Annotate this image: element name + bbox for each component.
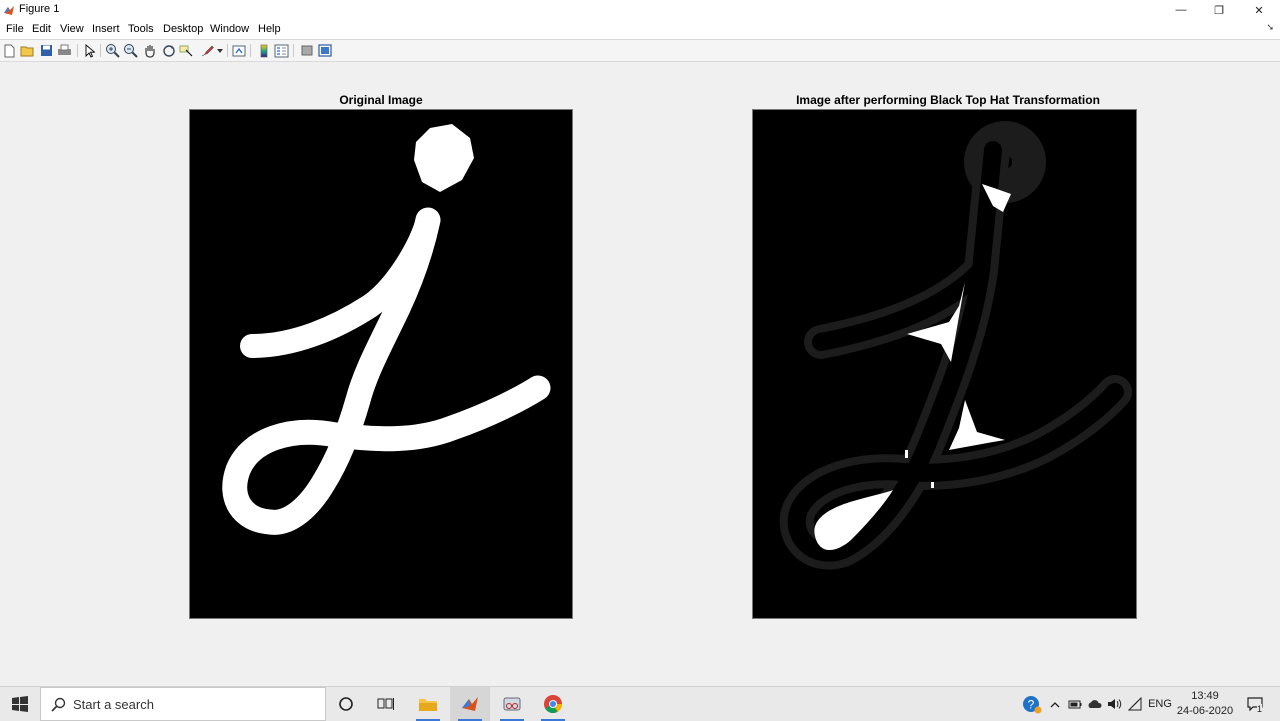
chrome-icon[interactable] (533, 687, 573, 721)
original-image-figure (222, 124, 551, 535)
onedrive-icon[interactable] (1086, 687, 1104, 721)
clock-date: 24-06-2020 (1176, 705, 1234, 717)
clock[interactable]: 13:49 24-06-2020 (1172, 689, 1238, 719)
close-icon: ✕ (1254, 4, 1264, 17)
figure-toolbar (0, 40, 1280, 62)
menu-window[interactable]: Window (210, 23, 249, 35)
hide-plot-tools-icon[interactable] (298, 42, 315, 59)
pan-hand-icon[interactable] (141, 42, 158, 59)
menu-view[interactable]: View (60, 23, 84, 35)
search-placeholder: Start a search (73, 697, 154, 712)
svg-text:?: ? (1028, 698, 1035, 712)
notifications-button[interactable]: 1 (1240, 687, 1270, 721)
menu-tools[interactable]: Tools (128, 23, 154, 35)
minimize-icon: — (1175, 4, 1187, 16)
legend-icon[interactable] (273, 42, 290, 59)
restore-button[interactable]: ❐ (1200, 0, 1238, 20)
subplot-title-tophat: Image after performing Black Top Hat Tra… (796, 93, 1100, 107)
clock-time: 13:49 (1191, 690, 1219, 702)
task-view-icon[interactable] (366, 687, 406, 721)
subplot-original-image[interactable] (189, 109, 573, 619)
menu-bar: File Edit View Insert Tools Desktop Wind… (0, 20, 1280, 40)
link-plot-icon[interactable] (231, 42, 248, 59)
tophat-image-figure (779, 121, 1132, 570)
volume-icon[interactable] (1106, 687, 1124, 721)
snipping-tool-icon[interactable] (492, 687, 532, 721)
menu-file[interactable]: File (6, 23, 24, 35)
menu-desktop[interactable]: Desktop (163, 23, 203, 35)
toolbar-separator (77, 44, 78, 57)
start-button[interactable] (0, 687, 40, 721)
matlab-icon[interactable] (450, 687, 490, 721)
data-cursor-icon[interactable] (178, 42, 195, 59)
help-icon[interactable]: ? (1018, 687, 1046, 721)
matlab-icon (4, 6, 14, 15)
window-title: Figure 1 (19, 3, 60, 15)
network-icon[interactable] (1126, 687, 1144, 721)
zoom-out-icon[interactable] (122, 42, 139, 59)
toolbar-separator (227, 44, 228, 57)
taskbar: Start a search ? ENG 13:49 24-06-2020 1 (0, 686, 1280, 721)
toolbar-separator (100, 44, 101, 57)
zoom-in-icon[interactable] (104, 42, 121, 59)
print-icon[interactable] (56, 42, 73, 59)
battery-icon[interactable] (1066, 687, 1084, 721)
toolbar-separator (250, 44, 251, 57)
minimize-button[interactable]: — (1162, 0, 1200, 20)
close-button[interactable]: ✕ (1240, 0, 1278, 20)
subplot-title-original: Original Image (339, 93, 423, 107)
search-box[interactable]: Start a search (40, 687, 326, 721)
search-icon (51, 697, 66, 712)
rotate-3d-icon[interactable] (160, 42, 177, 59)
edit-plot-arrow-icon[interactable] (81, 42, 98, 59)
undock-icon[interactable]: ➘ (1266, 22, 1274, 33)
show-plot-tools-icon[interactable] (316, 42, 333, 59)
cortana-icon[interactable] (326, 687, 366, 721)
colorbar-icon[interactable] (255, 42, 272, 59)
show-hidden-icons-icon[interactable] (1046, 687, 1064, 721)
menu-edit[interactable]: Edit (32, 23, 51, 35)
subplot-tophat-image[interactable] (752, 109, 1137, 619)
figure-canvas: Original Image Image after performing Bl… (0, 62, 1280, 686)
windows-logo-icon (12, 696, 28, 712)
toolbar-separator (293, 44, 294, 57)
brush-dropdown-icon[interactable] (214, 42, 226, 59)
title-bar: Figure 1 — ❐ ✕ (0, 0, 1280, 20)
save-icon[interactable] (38, 42, 55, 59)
menu-insert[interactable]: Insert (92, 23, 120, 35)
language-indicator[interactable]: ENG (1146, 687, 1174, 721)
restore-icon: ❐ (1214, 4, 1224, 17)
open-file-icon[interactable] (19, 42, 36, 59)
file-explorer-icon[interactable] (408, 687, 448, 721)
new-figure-icon[interactable] (1, 42, 18, 59)
notification-count: 1 (1257, 704, 1263, 714)
menu-help[interactable]: Help (258, 23, 281, 35)
